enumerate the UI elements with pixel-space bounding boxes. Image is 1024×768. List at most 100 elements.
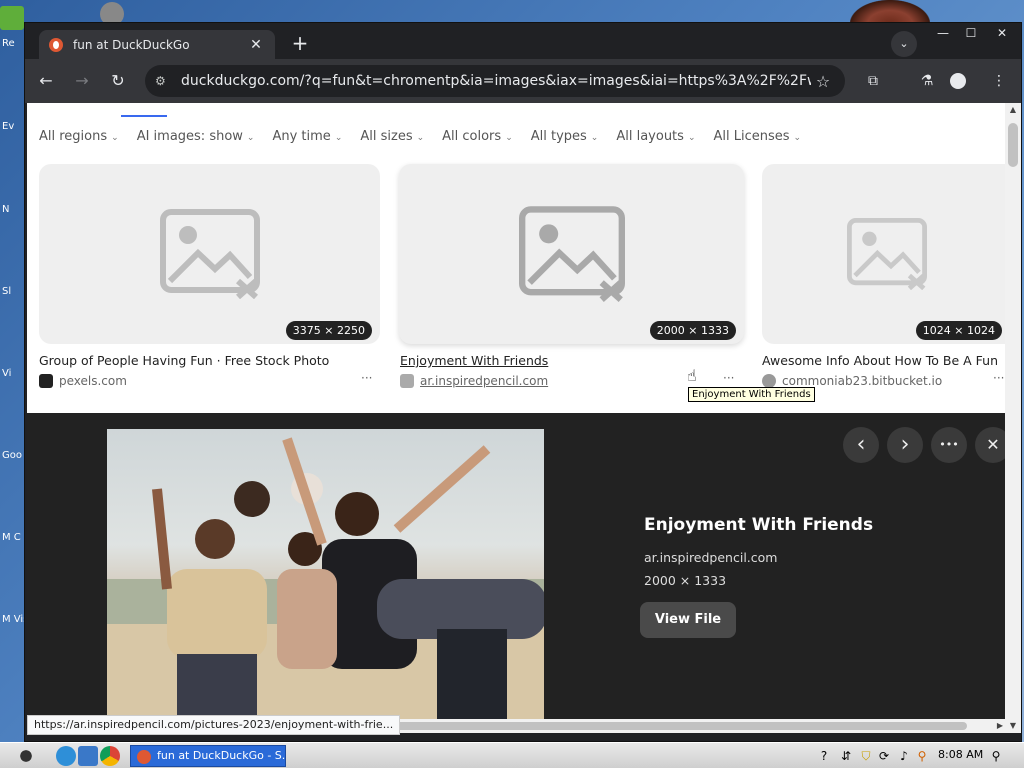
desktop-label: Goo xyxy=(2,450,22,461)
menu-kebab-icon[interactable]: ⋮ xyxy=(984,66,1014,96)
labs-flask-icon[interactable]: ⚗ xyxy=(912,66,942,96)
result-caption[interactable]: Enjoyment With Friends xyxy=(400,353,730,368)
image-result-card[interactable]: 3375 × 2250 xyxy=(39,164,380,344)
detail-title: Enjoyment With Friends xyxy=(644,515,874,535)
search-tray-icon[interactable]: ⚲ xyxy=(914,748,930,764)
sync-icon[interactable]: ⟳ xyxy=(876,748,892,764)
source-label: pexels.com xyxy=(59,374,127,388)
result-source[interactable]: ar.inspiredpencil.com xyxy=(400,374,548,388)
shield-icon[interactable]: ⛉ xyxy=(858,748,874,764)
broken-image-icon xyxy=(518,206,625,302)
filter-sizes[interactable]: All sizes ⌄ xyxy=(360,129,424,149)
network-icon[interactable]: ⇵ xyxy=(838,748,854,764)
site-info-icon[interactable]: ⚙ xyxy=(155,74,175,88)
filter-layouts[interactable]: All layouts ⌄ xyxy=(616,129,695,149)
desktop-label: Sl xyxy=(2,286,12,297)
result-caption[interactable]: Awesome Info About How To Be A Fun Pe... xyxy=(762,353,1002,368)
image-result-card[interactable]: 1024 × 1024 xyxy=(762,164,1005,344)
browser-window: fun at DuckDuckGo ✕ + ⌄ — ☐ ✕ ← → ↻ ⚙ du… xyxy=(24,22,1022,742)
help-icon[interactable]: ? xyxy=(816,748,832,764)
result-source[interactable]: pexels.com xyxy=(39,374,127,388)
more-options-icon[interactable]: ··· xyxy=(993,371,1004,385)
apple-start-icon[interactable] xyxy=(16,746,36,766)
chevron-down-icon: ⌄ xyxy=(687,133,696,143)
tab-close-icon[interactable]: ✕ xyxy=(247,37,265,53)
view-file-button[interactable]: View File xyxy=(640,602,736,638)
maximize-button[interactable]: ☐ xyxy=(957,23,985,45)
filter-bar: All regions ⌄ AI images: show ⌄ Any time ⌄ … xyxy=(39,129,819,149)
more-options-icon[interactable]: ··· xyxy=(723,371,734,385)
desktop-label: N xyxy=(2,204,10,215)
preview-photo[interactable] xyxy=(107,429,544,719)
back-button[interactable]: ← xyxy=(31,66,61,96)
url-text: duckduckgo.com/?q=fun&t=chromentp&ia=ima… xyxy=(181,73,811,89)
tab-title: fun at DuckDuckGo xyxy=(73,37,190,52)
chevron-down-icon: ⌄ xyxy=(590,133,599,143)
new-tab-button[interactable]: + xyxy=(287,31,313,57)
explorer-icon[interactable] xyxy=(78,746,98,766)
chevron-down-icon: ⌄ xyxy=(793,133,802,143)
ie-icon[interactable] xyxy=(56,746,76,766)
more-icon[interactable]: ••• xyxy=(931,427,967,463)
image-result-card[interactable]: 2000 × 1333 xyxy=(399,164,744,344)
scroll-thumb[interactable] xyxy=(1008,123,1018,167)
desktop-label: M C xyxy=(2,532,21,543)
site-icon xyxy=(400,374,414,388)
profile-avatar[interactable] xyxy=(950,73,966,89)
browser-toolbar: ← → ↻ ⚙ duckduckgo.com/?q=fun&t=chroment… xyxy=(25,59,1021,103)
tab-duckduckgo[interactable]: fun at DuckDuckGo ✕ xyxy=(39,30,275,59)
duckduckgo-icon xyxy=(137,750,151,764)
scroll-down-icon[interactable]: ▼ xyxy=(1005,719,1021,733)
vertical-scrollbar[interactable]: ▲ ▼ xyxy=(1005,103,1021,733)
extensions-icon[interactable]: ⧉ xyxy=(858,66,888,96)
scroll-thumb[interactable] xyxy=(357,722,967,730)
scroll-up-icon[interactable]: ▲ xyxy=(1005,103,1021,117)
forward-button[interactable]: → xyxy=(67,66,97,96)
recycle-bin-icon[interactable] xyxy=(0,6,24,30)
detail-source[interactable]: ar.inspiredpencil.com xyxy=(644,550,777,565)
group-photo-illustration xyxy=(107,437,544,719)
filter-regions[interactable]: All regions ⌄ xyxy=(39,129,119,149)
filter-label: All colors xyxy=(442,129,502,144)
tab-search-button[interactable]: ⌄ xyxy=(891,31,917,57)
source-label: ar.inspiredpencil.com xyxy=(420,374,549,388)
more-options-icon[interactable]: ··· xyxy=(361,371,372,385)
filter-label: All Licenses xyxy=(713,129,790,144)
status-bar-url: https://ar.inspiredpencil.com/pictures-2… xyxy=(27,715,401,735)
close-window-button[interactable]: ✕ xyxy=(985,23,1019,45)
site-icon xyxy=(762,374,776,388)
reload-button[interactable]: ↻ xyxy=(103,66,133,96)
chevron-down-icon: ⌄ xyxy=(334,133,343,143)
taskbar-task-browser[interactable]: fun at DuckDuckGo - S... xyxy=(130,745,286,767)
desktop-label: Re xyxy=(2,38,15,49)
source-label: commoniab23.bitbucket.io xyxy=(782,374,943,388)
filter-label: All layouts xyxy=(616,129,684,144)
pexels-icon xyxy=(39,374,53,388)
filter-label: Any time xyxy=(272,129,331,144)
next-icon[interactable]: › xyxy=(887,427,923,463)
broken-image-icon xyxy=(847,218,927,290)
bookmark-star-icon[interactable]: ☆ xyxy=(811,72,835,91)
filter-types[interactable]: All types ⌄ xyxy=(531,129,599,149)
search-icon[interactable]: ⚲ xyxy=(988,748,1004,764)
filter-time[interactable]: Any time ⌄ xyxy=(272,129,342,149)
filter-label: All regions xyxy=(39,129,108,144)
hand-cursor-icon: ☝ xyxy=(687,366,697,385)
minimize-button[interactable]: — xyxy=(929,23,957,45)
close-icon[interactable]: ✕ xyxy=(975,427,1005,463)
task-label: fun at DuckDuckGo - S... xyxy=(157,749,286,762)
desktop-label: Ev xyxy=(2,121,15,132)
filter-licenses[interactable]: All Licenses ⌄ xyxy=(713,129,801,149)
result-source[interactable]: commoniab23.bitbucket.io xyxy=(762,374,942,388)
image-dimensions-badge: 3375 × 2250 xyxy=(285,321,372,340)
scroll-right-icon[interactable]: ▶ xyxy=(997,719,1003,733)
volume-icon[interactable]: ♪ xyxy=(896,748,912,764)
taskbar: fun at DuckDuckGo - S... ? ⇵ ⛉ ⟳ ♪ ⚲ 8:0… xyxy=(0,742,1024,768)
result-caption[interactable]: Group of People Having Fun · Free Stock … xyxy=(39,353,369,368)
address-bar[interactable]: ⚙ duckduckgo.com/?q=fun&t=chromentp&ia=i… xyxy=(145,65,845,97)
previous-icon[interactable]: ‹ xyxy=(843,427,879,463)
image-dimensions-badge: 2000 × 1333 xyxy=(649,321,736,340)
chrome-icon[interactable] xyxy=(100,746,120,766)
filter-colors[interactable]: All colors ⌄ xyxy=(442,129,513,149)
filter-ai-images[interactable]: AI images: show ⌄ xyxy=(137,129,255,149)
